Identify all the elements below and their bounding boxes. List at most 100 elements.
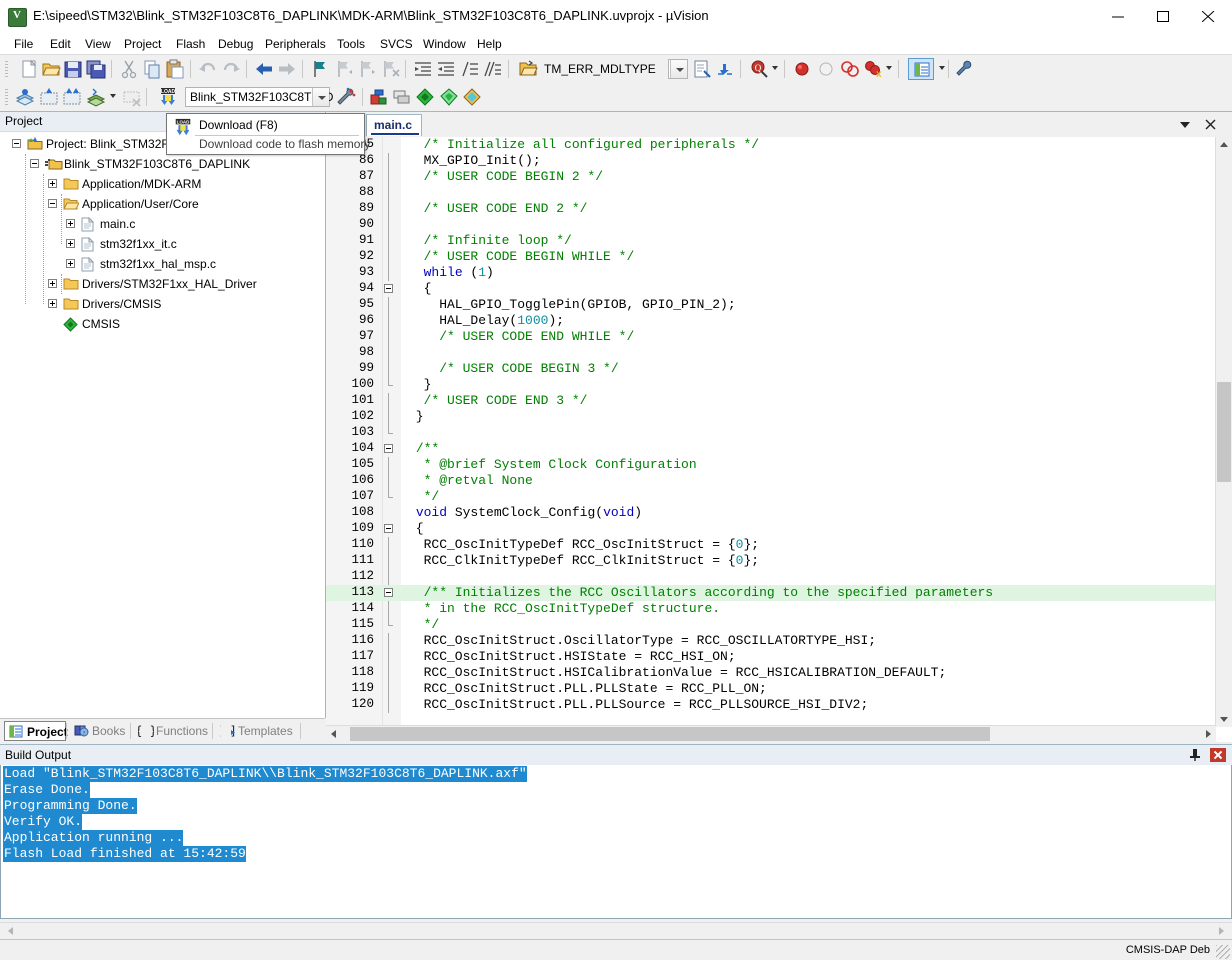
close-icon[interactable] (1210, 748, 1226, 762)
code-line[interactable]: 90 (326, 217, 1232, 233)
bookmark-clear-icon[interactable] (379, 58, 401, 80)
code-line[interactable]: 103 (326, 425, 1232, 441)
chevron-down-icon[interactable] (1178, 117, 1192, 134)
expand-icon[interactable] (48, 279, 57, 288)
disable-breakpoint-icon[interactable] (815, 58, 837, 80)
save-icon[interactable] (62, 58, 84, 80)
build-target-icon[interactable] (38, 86, 60, 108)
editor-vertical-scrollbar[interactable] (1215, 137, 1232, 727)
expand-icon[interactable] (48, 299, 57, 308)
disable-all-breakpoints-icon[interactable] (839, 58, 861, 80)
new-file-icon[interactable] (18, 58, 40, 80)
menu-item-file[interactable]: File (8, 36, 39, 52)
batch-build-icon[interactable] (85, 86, 107, 108)
code-line[interactable]: 107 */ (326, 489, 1232, 505)
collapse-icon[interactable] (12, 139, 21, 148)
scroll-right-button[interactable] (1200, 726, 1216, 742)
code-line[interactable]: 100 } (326, 377, 1232, 393)
code-line[interactable]: 86 MX_GPIO_Init(); (326, 153, 1232, 169)
menu-item-debug[interactable]: Debug (212, 36, 259, 52)
save-all-icon[interactable] (85, 58, 107, 80)
fold-collapse-icon[interactable] (384, 444, 393, 453)
code-line[interactable]: 116 RCC_OscInitStruct.OscillatorType = R… (326, 633, 1232, 649)
menu-item-edit[interactable]: Edit (44, 36, 77, 52)
code-line[interactable]: 101 /* USER CODE END 3 */ (326, 393, 1232, 409)
tree-node-stm32f1xx-hal-msp-c[interactable]: stm32f1xx_hal_msp.c (0, 254, 325, 274)
pane-tab-books[interactable]: ? Books (70, 721, 128, 741)
configure-toolbar-icon[interactable] (954, 58, 976, 80)
code-line[interactable]: 99 /* USER CODE BEGIN 3 */ (326, 361, 1232, 377)
main-toolbar-combo-dropdown[interactable] (668, 59, 688, 79)
download-icon[interactable]: LOAD (155, 86, 181, 108)
outdent-icon[interactable] (435, 58, 457, 80)
code-line[interactable]: 108 void SystemClock_Config(void) (326, 505, 1232, 521)
minimize-button[interactable] (1096, 0, 1141, 31)
menu-item-help[interactable]: Help (471, 36, 508, 52)
menu-item-view[interactable]: View (79, 36, 117, 52)
pack-installer-icon[interactable] (414, 86, 436, 108)
code-line[interactable]: 120 RCC_OscInitStruct.PLL.PLLSource = RC… (326, 697, 1232, 713)
bookmark-prev-icon[interactable] (333, 58, 355, 80)
collapse-icon[interactable] (48, 199, 57, 208)
code-line[interactable]: 93 while (1) (326, 265, 1232, 281)
batch-build-caret-icon[interactable] (110, 94, 116, 98)
code-line[interactable]: 111 RCC_ClkInitTypeDef RCC_ClkInitStruct… (326, 553, 1232, 569)
code-line[interactable]: 87 /* USER CODE BEGIN 2 */ (326, 169, 1232, 185)
tree-node-cmsis[interactable]: CMSIS (0, 314, 325, 334)
maximize-button[interactable] (1141, 0, 1186, 31)
redo-icon[interactable] (220, 58, 242, 80)
stop-build-icon[interactable] (121, 86, 143, 108)
undo-icon[interactable] (197, 58, 219, 80)
code-view[interactable]: 85 /* Initialize all configured peripher… (326, 137, 1232, 727)
menu-item-project[interactable]: Project (118, 36, 167, 52)
navigate-back-icon[interactable] (253, 58, 275, 80)
open-file-icon[interactable] (40, 58, 62, 80)
code-line[interactable]: 110 RCC_OscInitTypeDef RCC_OscInitStruct… (326, 537, 1232, 553)
code-line[interactable]: 117 RCC_OscInitStruct.HSIState = RCC_HSI… (326, 649, 1232, 665)
tree-node-drivers-cmsis[interactable]: Drivers/CMSIS (0, 294, 325, 314)
build-output-horizontal-scrollbar[interactable] (0, 922, 1232, 940)
tree-node-blink-stm32f103c8t6-daplink[interactable]: Blink_STM32F103C8T6_DAPLINK (0, 154, 325, 174)
insert-symbol-icon[interactable] (691, 58, 713, 80)
copy-icon[interactable] (141, 58, 163, 80)
fold-collapse-icon[interactable] (384, 524, 393, 533)
navigate-forward-icon[interactable] (276, 58, 298, 80)
indent-icon[interactable] (412, 58, 434, 80)
close-icon[interactable] (1204, 117, 1218, 134)
code-line[interactable]: 97 /* USER CODE END WHILE */ (326, 329, 1232, 345)
code-line[interactable]: 91 /* Infinite loop */ (326, 233, 1232, 249)
code-line[interactable]: 106 * @retval None (326, 473, 1232, 489)
kill-all-breakpoints-icon[interactable]: x (862, 58, 884, 80)
code-line[interactable]: 119 RCC_OscInitStruct.PLL.PLLState = RCC… (326, 681, 1232, 697)
find-dropdown-caret-icon[interactable] (772, 66, 778, 70)
tree-node-application-user-core[interactable]: Application/User/Core (0, 194, 325, 214)
manage-windows-caret-icon[interactable] (939, 66, 945, 70)
expand-icon[interactable] (66, 259, 75, 268)
code-line[interactable]: 85 /* Initialize all configured peripher… (326, 137, 1232, 153)
code-line[interactable]: 118 RCC_OscInitStruct.HSICalibrationValu… (326, 665, 1232, 681)
close-button[interactable] (1186, 0, 1231, 31)
fold-collapse-icon[interactable] (384, 588, 393, 597)
breakpoints-dropdown-caret-icon[interactable] (886, 66, 892, 70)
code-line[interactable]: 94 { (326, 281, 1232, 297)
menu-item-peripherals[interactable]: Peripherals (259, 36, 332, 52)
manage-components-icon[interactable] (391, 86, 413, 108)
uncomment-icon[interactable] (482, 58, 504, 80)
pin-icon[interactable] (1188, 748, 1202, 762)
tree-node-drivers-stm32f1xx-hal-driver[interactable]: Drivers/STM32F1xx_HAL_Driver (0, 274, 325, 294)
editor-horizontal-scrollbar[interactable] (326, 725, 1216, 742)
toolbar-grip[interactable] (5, 61, 8, 77)
scroll-down-button[interactable] (1216, 711, 1232, 727)
resize-grip[interactable] (1216, 945, 1230, 959)
editor-tab-main-c[interactable]: main.c (366, 114, 422, 136)
target-selector-combo[interactable]: Blink_STM32F103C8T6_D (185, 87, 333, 107)
insert-breakpoint-icon[interactable] (791, 58, 813, 80)
translate-file-icon[interactable] (14, 86, 36, 108)
target-options-icon[interactable] (336, 86, 358, 108)
tree-node-stm32f1xx-it-c[interactable]: stm32f1xx_it.c (0, 234, 325, 254)
cut-icon[interactable] (118, 58, 140, 80)
code-line[interactable]: 88 (326, 185, 1232, 201)
menu-item-window[interactable]: Window (417, 36, 472, 52)
paste-icon[interactable] (164, 58, 186, 80)
tree-node-application-mdk-arm[interactable]: Application/MDK-ARM (0, 174, 325, 194)
